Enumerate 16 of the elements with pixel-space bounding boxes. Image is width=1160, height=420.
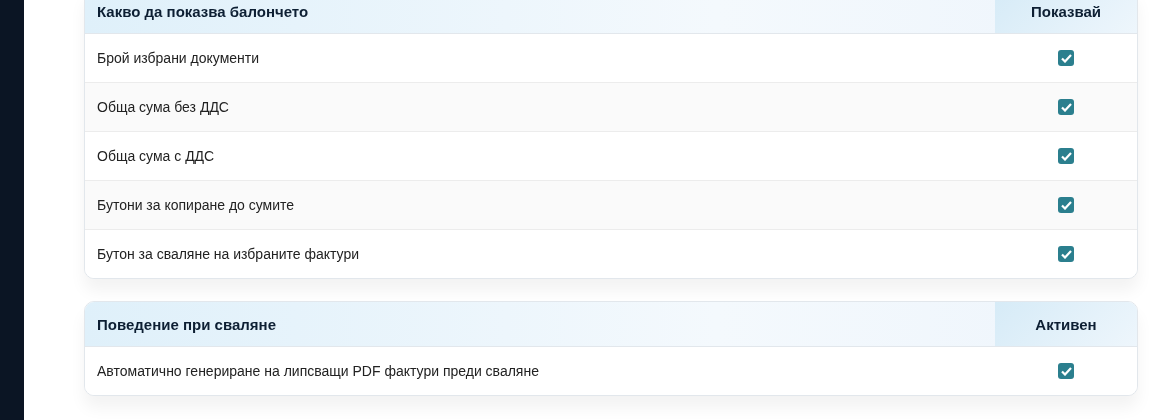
option-label: Обща сума без ДДС [96, 99, 230, 115]
table-title: Какво да показва балончето [96, 1, 310, 22]
option-label: Обща сума с ДДС [96, 148, 216, 164]
option-label: Бутон за сваляне на избраните фактури [96, 246, 361, 262]
column-header: Активен [995, 302, 1137, 346]
checkbox[interactable] [1058, 99, 1074, 115]
column-header: Показвай [995, 0, 1137, 33]
option-label: Брой избрани документи [96, 50, 261, 66]
option-label: Бутони за копиране до сумите [96, 197, 296, 213]
checkbox[interactable] [1058, 50, 1074, 66]
table-title: Поведение при сваляне [96, 314, 277, 335]
checkbox[interactable] [1058, 363, 1074, 379]
checkbox[interactable] [1058, 148, 1074, 164]
checkbox[interactable] [1058, 246, 1074, 262]
option-label: Автоматично генериране на липсващи PDF фактури преди сваляне [96, 363, 540, 379]
checkbox[interactable] [1058, 197, 1074, 213]
